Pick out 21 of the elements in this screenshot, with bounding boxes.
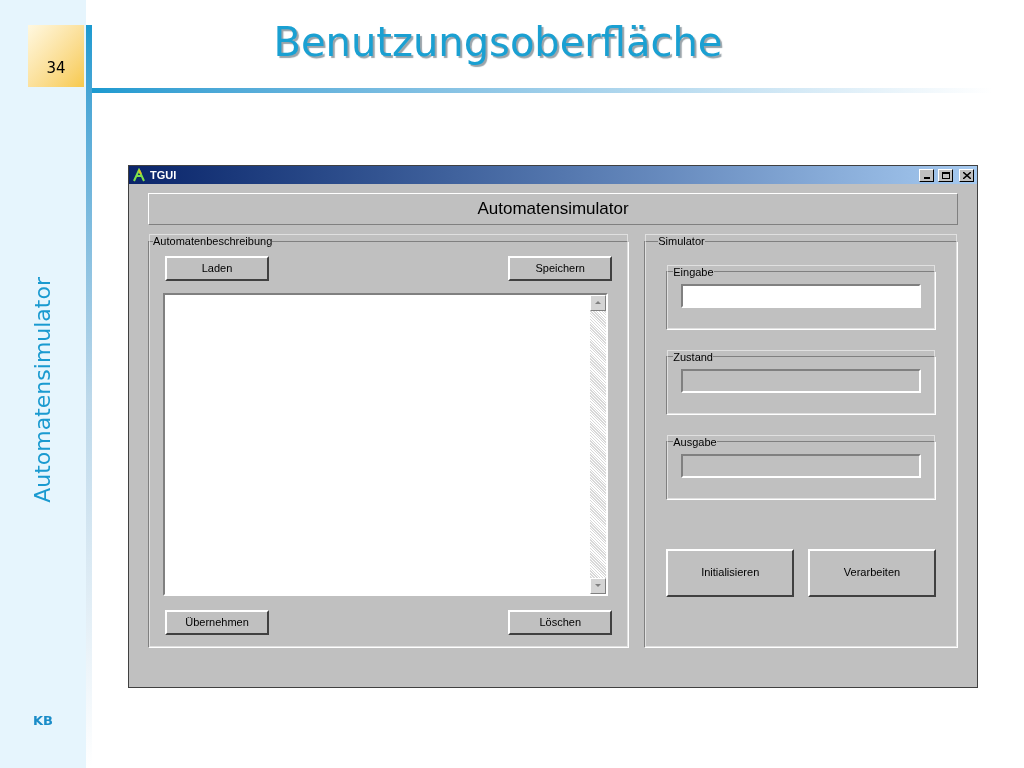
window-title: TGUI [150,167,177,183]
window-button[interactable]: Löschen [508,609,613,635]
side-title: Automatensimulator [32,277,54,503]
text-field[interactable] [681,284,921,308]
page-number: 34 [46,57,66,79]
group-label: Automatenbeschreibung [153,234,273,249]
footer-label: KB [33,711,53,730]
group-label: Simulator [658,234,705,249]
heading-text: Automatensimulator [477,198,629,221]
window-button[interactable]: Speichern [508,255,613,281]
window-button[interactable]: Übernehmen [165,609,269,635]
group-label: Eingabe [673,264,714,280]
close-icon[interactable] [959,168,974,182]
maximize-icon[interactable] [938,168,953,182]
window-button[interactable]: Initialisieren [666,548,795,597]
app-icon [132,168,146,182]
group-label: Zustand [673,349,713,365]
group-label: Ausgabe [673,434,717,450]
window-button[interactable]: Laden [165,255,269,281]
window-button[interactable]: Verarbeiten [808,548,936,597]
minimize-icon[interactable] [919,168,934,182]
